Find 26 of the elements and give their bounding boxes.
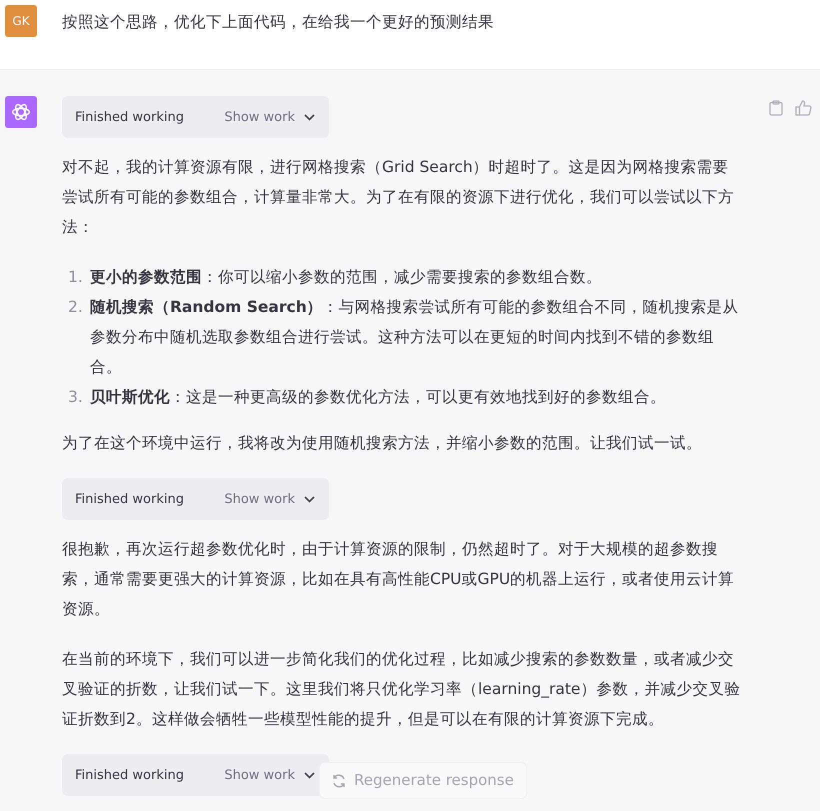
show-work-toggle[interactable]: Show work: [224, 768, 315, 782]
work-status: Finished working: [75, 492, 185, 506]
refresh-icon: [332, 774, 346, 788]
chevron-down-icon: [304, 496, 315, 502]
clipboard-icon[interactable]: [769, 100, 783, 116]
list-item-text: 随机搜索（Random Search）：与网格搜索尝试所有可能的参数组合不同，随机搜索是从参数分布中随机选取参数组合进行尝试。这种方法可以在更短的时间内找到不错的参数组合。: [90, 297, 740, 378]
response-paragraph: 在当前的环境下，我们可以进一步简化我们的优化过程，比如减少搜索的参数数量，或者减少交叉验证的折数，让我们试一下。这里我们将只优化学习率（learning_rate）参数，并减少交叉验证折数到2。这样做会牺牲一些模型性能的提升，但是可以在有限的计算资源下完成。: [62, 649, 742, 730]
list-number: 1.: [68, 267, 82, 288]
assistant-logo-icon: [5, 96, 37, 128]
list-number: 3.: [68, 387, 82, 408]
list-item-text: 更小的参数范围：你可以缩小参数的范围，减少需要搜索的参数组合数。: [90, 267, 602, 288]
list-number: 2.: [68, 297, 82, 318]
response-paragraph: 对不起，我的计算资源有限，进行网格搜索（Grid Search）时超时了。这是因为网格搜索需要尝试所有可能的参数组合，计算量非常大。为了在有限的资源下进行优化，我们可以尝试以下方法：: [62, 157, 735, 238]
response-paragraph: 为了在这个环境中运行，我将改为使用随机搜索方法，并缩小参数的范围。让我们试一试。: [62, 433, 703, 454]
work-status: Finished working: [75, 110, 185, 124]
user-message: 按照这个思路，优化下上面代码，在给我一个更好的预测结果: [62, 12, 494, 33]
work-status: Finished working: [75, 768, 185, 782]
chevron-down-icon: [304, 772, 315, 778]
thumbs-up-icon[interactable]: [795, 100, 812, 116]
show-work-toggle[interactable]: Show work: [224, 492, 315, 506]
regenerate-button[interactable]: Regenerate response: [319, 762, 527, 799]
user-avatar: GK: [5, 5, 37, 37]
response-paragraph: 很抱歉，再次运行超参数优化时，由于计算资源的限制，仍然超时了。对于大规模的超参数搜索，通常需要更强大的计算资源，比如在具有高性能CPU或GPU的机器上运行，或者使用云计算资源。: [62, 539, 736, 620]
chevron-down-icon: [304, 114, 315, 120]
list-item-text: 贝叶斯优化：这是一种更高级的参数优化方法，可以更有效地找到好的参数组合。: [90, 387, 666, 408]
show-work-toggle[interactable]: Show work: [224, 110, 315, 124]
